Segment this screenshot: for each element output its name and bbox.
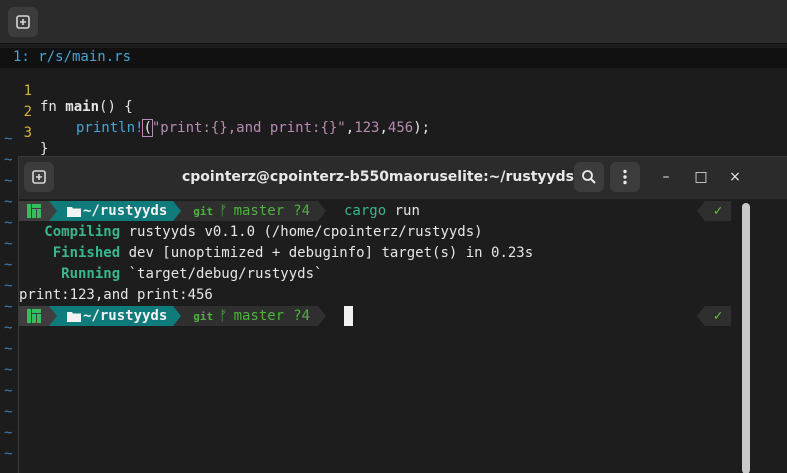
empty-line-tilde: ~ bbox=[4, 173, 13, 189]
status-notch bbox=[697, 201, 705, 221]
output-text: print:123,and print:456 bbox=[19, 287, 213, 303]
new-tab-button[interactable] bbox=[24, 162, 54, 192]
code-text: } bbox=[40, 141, 49, 157]
terminal-output[interactable]: ~/rustyyds git ᚠ master ?4 ✓ cargo run C… bbox=[19, 199, 787, 473]
code-text: () { bbox=[99, 99, 133, 115]
command-line: cargo run bbox=[344, 201, 420, 222]
code-line-3[interactable]: 3 } bbox=[0, 109, 49, 157]
empty-line-tilde: ~ bbox=[4, 320, 13, 336]
git-segment: git ᚠ master ?4 bbox=[181, 201, 319, 221]
folder-icon bbox=[67, 206, 81, 217]
git-icon: git bbox=[193, 204, 214, 218]
current-directory: ~/rustyyds bbox=[83, 308, 168, 324]
code-line-2[interactable]: 2 println!("print:{},and print:{}",123,4… bbox=[0, 88, 430, 137]
output-line: Finished dev [unoptimized + debuginfo] t… bbox=[19, 243, 533, 264]
empty-line-tilde: ~ bbox=[4, 299, 13, 315]
directory-segment: ~/rustyyds bbox=[57, 201, 174, 221]
kebab-menu-icon bbox=[623, 169, 627, 185]
text-cursor: ( bbox=[142, 119, 153, 137]
status-notch bbox=[697, 306, 705, 326]
code-line-1[interactable]: 1 fn main() { bbox=[0, 67, 133, 115]
cargo-status-tag: Compiling bbox=[19, 224, 121, 240]
terminal-window[interactable]: cpointerz@cpointerz-b550maoruselite:~/ru… bbox=[18, 156, 787, 473]
git-icon: git bbox=[193, 309, 214, 323]
vim-tabline[interactable]: 1: r/s/main.rs bbox=[0, 48, 787, 68]
git-branch: master bbox=[233, 203, 285, 219]
output-line: Running `target/debug/rustyyds` bbox=[19, 264, 322, 285]
empty-line-tilde: ~ bbox=[4, 467, 12, 473]
empty-line-tilde: ~ bbox=[4, 446, 13, 462]
empty-line-tilde: ~ bbox=[4, 404, 13, 420]
empty-line-tilde: ~ bbox=[4, 215, 13, 231]
empty-line-tilde: ~ bbox=[4, 362, 13, 378]
line-number: 3 bbox=[23, 125, 32, 141]
empty-line-tilde: ~ bbox=[4, 131, 13, 147]
os-logo-segment bbox=[19, 201, 49, 221]
empty-line-tilde: ~ bbox=[4, 383, 13, 399]
manjaro-logo-icon bbox=[27, 309, 41, 323]
code-text: ); bbox=[413, 120, 431, 136]
search-button[interactable] bbox=[574, 162, 604, 192]
number-literal: 123 bbox=[354, 120, 380, 136]
function-name: main bbox=[65, 99, 100, 115]
new-tab-icon bbox=[32, 170, 46, 184]
empty-line-tilde: ~ bbox=[4, 194, 13, 210]
cargo-status-tag: Finished bbox=[19, 245, 121, 261]
output-text: dev [unoptimized + debuginfo] target(s) … bbox=[120, 245, 534, 261]
cargo-status-tag: Running bbox=[19, 266, 121, 282]
terminal-cursor bbox=[344, 306, 353, 326]
git-branch: master bbox=[233, 308, 285, 324]
git-untracked-count: ?4 bbox=[293, 203, 311, 219]
scrollbar[interactable] bbox=[742, 203, 750, 473]
empty-line-tilde: ~ bbox=[4, 278, 13, 294]
git-segment: git ᚠ master ?4 bbox=[181, 306, 319, 326]
empty-line-tilde: ~ bbox=[4, 257, 13, 273]
new-tab-icon bbox=[16, 15, 30, 29]
manjaro-logo-icon bbox=[27, 204, 41, 218]
search-icon bbox=[582, 170, 596, 184]
status-ok-icon: ✓ bbox=[705, 201, 731, 221]
vim-tab-label: 1: r/s/main.rs bbox=[13, 49, 132, 65]
code-text: , bbox=[379, 120, 388, 136]
number-literal: 456 bbox=[387, 120, 414, 136]
close-button[interactable]: × bbox=[723, 165, 747, 189]
code-text: , bbox=[345, 120, 355, 136]
empty-line-tilde: ~ bbox=[4, 341, 13, 357]
output-line: print:123,and print:456 bbox=[19, 285, 213, 306]
shell-prompt: ~/rustyyds git ᚠ master ?4 bbox=[19, 306, 327, 326]
macro-name: println! bbox=[76, 120, 144, 136]
status-ok-icon: ✓ bbox=[705, 306, 731, 326]
menu-button[interactable] bbox=[610, 162, 640, 192]
keyword-fn: fn bbox=[40, 99, 66, 115]
terminal-header-bar[interactable]: cpointerz@cpointerz-b550maoruselite:~/ru… bbox=[19, 157, 787, 199]
editor-header-bar bbox=[0, 0, 787, 44]
directory-segment: ~/rustyyds bbox=[57, 306, 174, 326]
command-args: run bbox=[386, 203, 420, 219]
command-name: cargo bbox=[344, 203, 387, 219]
branch-icon: ᚠ bbox=[219, 308, 228, 324]
shell-prompt: ~/rustyyds git ᚠ master ?4 bbox=[19, 201, 327, 221]
string-literal: "print:{},and print:{}" bbox=[151, 120, 346, 136]
maximize-button[interactable]: □ bbox=[689, 165, 713, 189]
output-text: rustyyds v0.1.0 (/home/cpointerz/rustyyd… bbox=[120, 224, 483, 240]
empty-line-tilde: ~ bbox=[4, 425, 13, 441]
output-text: `target/debug/rustyyds` bbox=[120, 266, 323, 282]
minimize-button[interactable]: – bbox=[654, 165, 678, 189]
output-line: Compiling rustyyds v0.1.0 (/home/cpointe… bbox=[19, 222, 483, 243]
branch-icon: ᚠ bbox=[219, 203, 228, 219]
os-logo-segment bbox=[19, 306, 49, 326]
folder-icon bbox=[67, 311, 81, 322]
current-directory: ~/rustyyds bbox=[83, 203, 168, 219]
empty-line-tilde: ~ bbox=[4, 236, 13, 252]
new-tab-button[interactable] bbox=[8, 7, 38, 37]
empty-line-tilde: ~ bbox=[4, 152, 13, 168]
git-untracked-count: ?4 bbox=[293, 308, 311, 324]
